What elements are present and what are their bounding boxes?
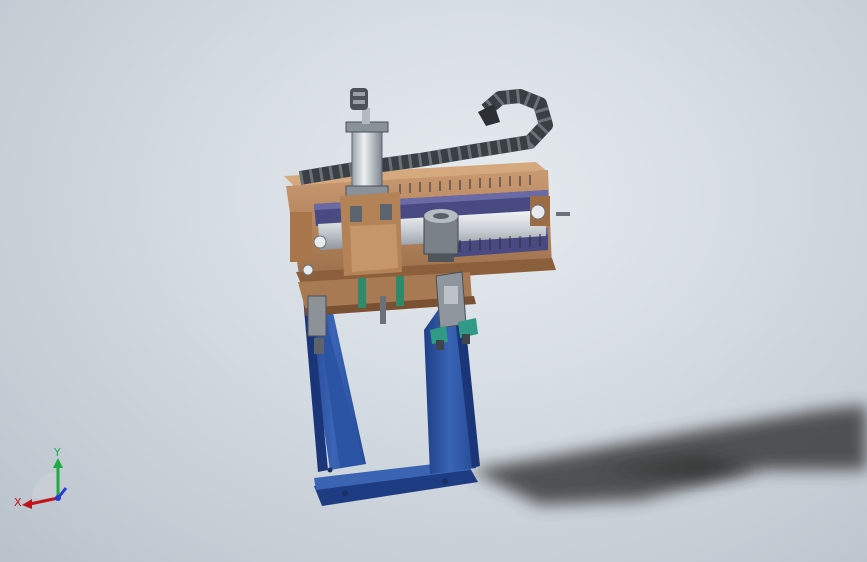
vertical-cylinder[interactable] bbox=[345, 88, 389, 197]
slide-block[interactable] bbox=[340, 192, 402, 276]
y-axis-label: Y bbox=[53, 446, 61, 459]
end-block-right bbox=[530, 196, 570, 226]
servo-motor[interactable] bbox=[423, 209, 459, 262]
graphics-viewport[interactable]: X Y bbox=[0, 0, 867, 562]
coordinate-triad-icon: X Y bbox=[14, 446, 68, 509]
x-axis-label: X bbox=[14, 496, 22, 509]
cad-model-view[interactable]: X Y bbox=[0, 0, 867, 562]
model-shadow bbox=[470, 405, 867, 505]
